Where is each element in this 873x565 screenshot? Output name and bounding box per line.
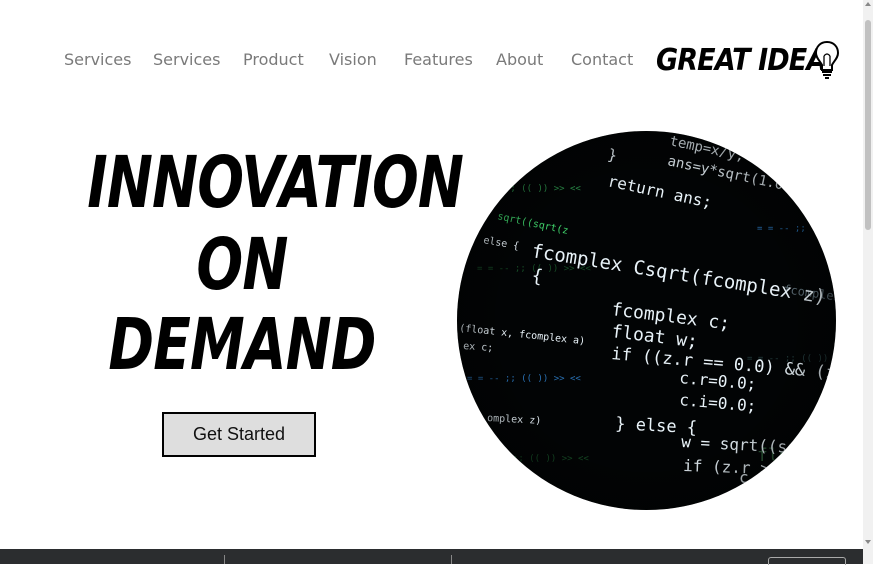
hero-heading-line-3: DEMAND [108,304,376,387]
lightbulb-icon [814,40,840,79]
nav-item-vision[interactable]: Vision [329,50,377,69]
top-navigation: Services Services Product Vision Feature… [0,36,863,86]
nav-item-contact[interactable]: Contact [571,50,633,69]
get-started-button[interactable]: Get Started [162,412,316,457]
scroll-down-arrow-icon[interactable] [865,540,871,544]
nav-item-features[interactable]: Features [404,50,473,69]
scroll-up-arrow-icon[interactable] [865,2,871,6]
footer-strip [0,549,863,565]
scrollbar-thumb[interactable] [865,20,871,230]
page-scrollbar[interactable] [863,0,873,564]
nav-item-about[interactable]: About [496,50,543,69]
nav-item-services[interactable]: Services [64,50,131,69]
nav-item-product[interactable]: Product [243,50,304,69]
logo-text: GREAT IDEA [656,43,827,78]
footer-divider [224,555,225,564]
nav-item-services-2[interactable]: Services [153,50,220,69]
code-image: sqrt((sqrt(zelse {(float x, fcomplex a)e… [457,131,836,510]
code-image-art: sqrt((sqrt(zelse {(float x, fcomplex a)e… [457,131,836,510]
hero-heading-line-1: INNOVATION [87,142,464,225]
footer-divider [451,555,452,564]
brand-logo[interactable]: GREAT IDEA [656,40,846,80]
hero-heading-line-2: ON [196,224,288,307]
